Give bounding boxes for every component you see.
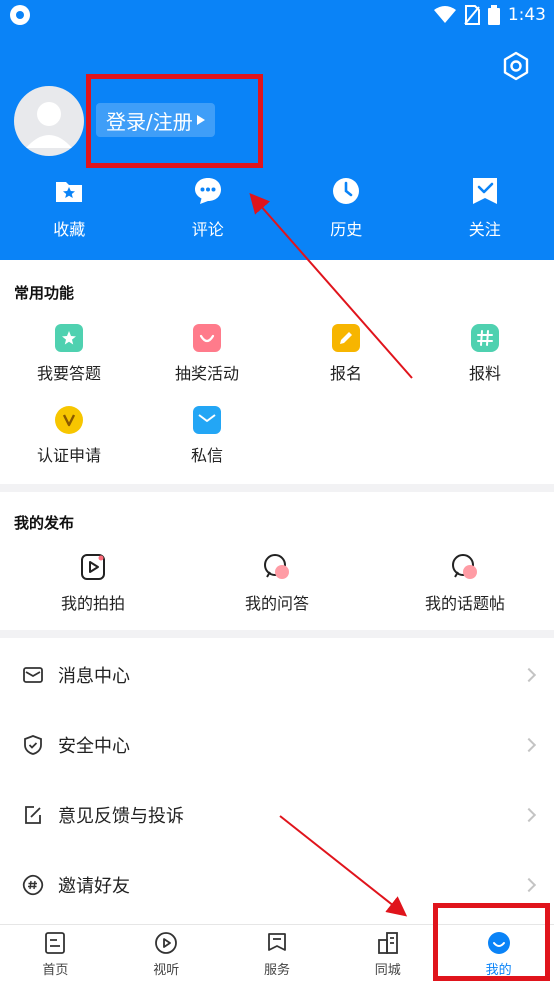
function-label: 报名	[329, 364, 362, 383]
my-posts-label: 我的拍拍	[60, 594, 125, 613]
my-posts-section: 我的发布 我的拍拍 我的问答 我的话题帖	[0, 492, 554, 630]
invite-hashtag-icon	[22, 874, 44, 896]
function-private-message[interactable]: 私信	[138, 406, 276, 466]
tab-label: 首页	[42, 963, 69, 978]
avatar[interactable]	[14, 86, 84, 156]
function-label: 私信	[190, 446, 223, 465]
section-divider	[0, 630, 554, 638]
function-label: 抽奖活动	[174, 364, 239, 383]
quick-action-comments[interactable]: 评论	[139, 176, 278, 246]
play-circle-icon	[155, 932, 178, 954]
section-title: 常用功能	[14, 284, 75, 302]
function-label: 报料	[468, 364, 501, 383]
function-label: 我要答题	[36, 364, 101, 383]
section-title: 我的发布	[14, 514, 75, 532]
lottery-gift-icon	[193, 324, 221, 352]
signup-pencil-icon	[332, 324, 360, 352]
my-posts-label: 我的话题帖	[424, 594, 505, 613]
quick-action-follow[interactable]: 关注	[416, 176, 554, 246]
tab-label: 服务	[263, 963, 290, 978]
menu-label: 邀请好友	[58, 876, 130, 897]
function-label: 认证申请	[36, 446, 101, 465]
quick-action-label: 评论	[191, 220, 224, 239]
feedback-edit-icon	[25, 806, 41, 824]
status-time: 1:43	[507, 5, 546, 25]
favorites-folder-icon	[56, 182, 83, 202]
my-posts-qa[interactable]: 我的问答	[232, 552, 322, 614]
security-shield-icon	[24, 735, 42, 755]
menu-label: 意见反馈与投诉	[58, 806, 184, 827]
quick-action-favorites[interactable]: 收藏	[0, 176, 139, 246]
mail-icon	[193, 406, 221, 434]
wifi-icon	[433, 6, 456, 23]
function-verify[interactable]: 认证申请	[0, 406, 138, 466]
menu-message-center[interactable]: 消息中心	[0, 640, 554, 710]
hashtag-icon	[471, 324, 499, 352]
topic-bubbles-icon	[452, 554, 477, 579]
battery-icon	[487, 5, 500, 25]
city-building-icon	[377, 932, 398, 954]
tab-label: 同城	[374, 963, 401, 978]
function-quiz[interactable]: 我要答题	[0, 324, 138, 384]
quick-action-label: 收藏	[53, 220, 86, 239]
chevron-right-icon	[521, 667, 537, 683]
function-signup[interactable]: 报名	[277, 324, 415, 384]
quick-action-label: 关注	[468, 220, 501, 239]
no-sim-icon	[464, 5, 480, 25]
default-avatar-icon	[26, 102, 72, 148]
profile-header: 1:43 登录/注册 收藏 评论 历史 关注	[0, 0, 554, 260]
menu-label: 消息中心	[58, 666, 130, 687]
annotation-box-login	[86, 74, 263, 168]
quick-actions: 收藏 评论 历史 关注	[0, 176, 554, 246]
service-flag-icon	[268, 933, 286, 951]
history-clock-icon	[333, 178, 360, 204]
my-posts-label: 我的问答	[244, 594, 309, 613]
tab-home[interactable]: 首页	[0, 925, 111, 984]
tab-label: 视听	[153, 963, 180, 978]
quiz-star-icon	[55, 324, 83, 352]
message-envelope-icon	[23, 667, 43, 683]
menu-label: 安全中心	[58, 736, 130, 757]
app-notification-icon	[10, 5, 30, 25]
comment-bubble-icon	[194, 178, 221, 204]
function-lottery[interactable]: 抽奖活动	[138, 324, 276, 384]
quick-action-history[interactable]: 历史	[277, 176, 416, 246]
function-report[interactable]: 报料	[416, 324, 554, 384]
common-functions-section: 常用功能 我要答题 抽奖活动 报名 报料 认证申请 私信	[0, 260, 554, 484]
annotation-box-profile-tab	[433, 903, 550, 981]
chevron-right-icon	[521, 737, 537, 753]
home-doc-icon	[45, 932, 66, 954]
my-posts-topics[interactable]: 我的话题帖	[410, 552, 520, 614]
tab-local[interactable]: 同城	[332, 925, 443, 984]
section-divider	[0, 484, 554, 492]
video-play-icon	[81, 554, 105, 580]
settings-icon[interactable]	[500, 50, 532, 82]
profile-page: 1:43 登录/注册 收藏 评论 历史 关注 常用功能 我要答题 抽奖活动 报名…	[0, 0, 554, 984]
chevron-right-icon	[521, 807, 537, 823]
menu-security-center[interactable]: 安全中心	[0, 710, 554, 780]
status-bar: 1:43	[0, 0, 554, 30]
follow-bookmark-icon	[472, 178, 497, 204]
tab-media[interactable]: 视听	[111, 925, 222, 984]
quick-action-label: 历史	[330, 220, 363, 239]
qa-bubbles-icon	[264, 554, 289, 579]
menu-feedback[interactable]: 意见反馈与投诉	[0, 780, 554, 850]
my-posts-photos[interactable]: 我的拍拍	[48, 552, 138, 614]
chevron-right-icon	[521, 877, 537, 893]
tab-services[interactable]: 服务	[222, 925, 333, 984]
verify-v-icon	[55, 406, 83, 434]
status-right: 1:43	[433, 4, 546, 26]
